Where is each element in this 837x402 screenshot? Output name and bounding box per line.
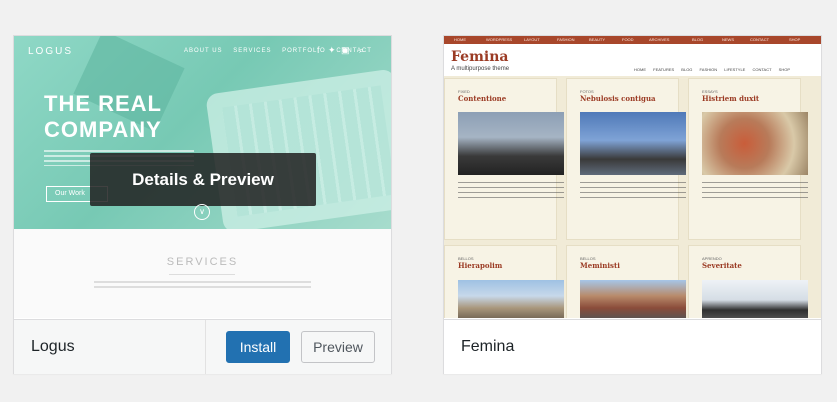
femina-post: APRENDO Severitate <box>688 245 808 318</box>
divider <box>169 274 235 275</box>
details-preview-button[interactable]: Details & Preview <box>90 153 316 206</box>
theme-screenshot-femina[interactable]: HOME WORDPRESS LAYOUT FASHION BEAUTY FOO… <box>444 36 821 318</box>
post-title: Contentione <box>458 94 507 103</box>
femina-post: BELLOS Hierapolim <box>444 245 564 318</box>
topbar-item: WORDPRESS <box>486 37 513 42</box>
femina-post: ESSAYS Histriem duxit <box>688 78 808 240</box>
logus-services: SERVICES <box>14 229 391 318</box>
post-excerpt <box>702 182 808 200</box>
topbar-item: CONTACT <box>750 37 770 42</box>
femina-header: Femina A multipurpose theme HOME FEATURE… <box>444 44 821 76</box>
topbar-item: LAYOUT <box>524 37 540 42</box>
logus-hero-title: THE REAL COMPANY <box>44 91 162 143</box>
femina-logo: Femina <box>451 49 509 65</box>
femina-nav-item: CONTACT <box>752 67 772 72</box>
post-image <box>458 280 564 318</box>
theme-card-footer: Logus Install Preview <box>14 319 391 374</box>
post-title: Severitate <box>702 261 742 270</box>
theme-name: Logus <box>31 338 75 355</box>
femina-post: FOTOS Nebulosis contigua <box>566 78 686 240</box>
femina-nav: HOME FEATURES BLOG FASHION LIFESTYLE CON… <box>634 67 796 72</box>
hero-title-line: THE REAL <box>44 91 162 116</box>
topbar-item: FOOD <box>622 37 634 42</box>
services-title: SERVICES <box>166 256 239 268</box>
logus-nav-item: SERVICES <box>233 48 272 54</box>
femina-nav-item: SHOP <box>778 67 790 72</box>
logus-nav-item: ABOUT US <box>184 48 223 54</box>
install-button[interactable]: Install <box>226 331 290 363</box>
post-title: Histriem duxit <box>702 94 760 103</box>
preview-button[interactable]: Preview <box>301 331 375 363</box>
post-image <box>702 112 808 175</box>
femina-post: FIXED Contentione <box>444 78 564 240</box>
femina-topbar: HOME WORDPRESS LAYOUT FASHION BEAUTY FOO… <box>444 36 821 44</box>
scroll-down-icon: ∨ <box>194 204 210 220</box>
femina-nav-item: HOME <box>634 67 646 72</box>
post-title: Hierapolim <box>458 261 503 270</box>
hero-title-line: COMPANY <box>44 117 162 142</box>
theme-screenshot-logus[interactable]: LOGUS ABOUT US SERVICES PORTFOLIO CONTAC… <box>14 36 391 318</box>
post-image <box>702 280 808 318</box>
post-title: Nebulosis contigua <box>580 94 656 103</box>
femina-post: BELLOS Meministi <box>566 245 686 318</box>
post-excerpt <box>580 182 686 200</box>
theme-card-logus[interactable]: LOGUS ABOUT US SERVICES PORTFOLIO CONTAC… <box>13 35 392 374</box>
services-text <box>94 281 311 289</box>
femina-nav-item: BLOG <box>681 67 693 72</box>
post-image <box>580 112 686 175</box>
topbar-item: NEWS <box>722 37 734 42</box>
theme-card-footer: Femina <box>444 319 821 374</box>
femina-post-grid: FIXED Contentione FOTOS Nebulosis contig… <box>444 76 821 318</box>
femina-nav-item: LIFESTYLE <box>724 67 746 72</box>
topbar-item: SHOP <box>789 37 801 42</box>
post-excerpt <box>458 182 564 200</box>
twitter-icon: ✦ <box>328 45 336 55</box>
logus-nav: ABOUT US SERVICES PORTFOLIO CONTACT <box>184 48 380 54</box>
topbar-item: BEAUTY <box>589 37 606 42</box>
theme-card-femina[interactable]: HOME WORDPRESS LAYOUT FASHION BEAUTY FOO… <box>443 35 822 374</box>
femina-nav-item: FASHION <box>699 67 718 72</box>
femina-nav-item: FEATURES <box>653 67 675 72</box>
facebook-icon: f <box>317 45 320 55</box>
topbar-item: HOME <box>454 37 466 42</box>
linkedin-icon: ▣ <box>341 45 350 55</box>
post-title: Meministi <box>580 261 620 270</box>
divider <box>205 320 206 374</box>
post-image <box>580 280 686 318</box>
topbar-item: BLOG <box>692 37 704 42</box>
search-icon: ⌕ <box>359 45 365 55</box>
post-image <box>458 112 564 175</box>
theme-name: Femina <box>461 338 515 355</box>
topbar-item: ARCHIVES <box>649 37 670 42</box>
femina-tagline: A multipurpose theme <box>451 66 510 72</box>
topbar-item: FASHION <box>557 37 575 42</box>
logus-logo: LOGUS <box>28 46 74 57</box>
